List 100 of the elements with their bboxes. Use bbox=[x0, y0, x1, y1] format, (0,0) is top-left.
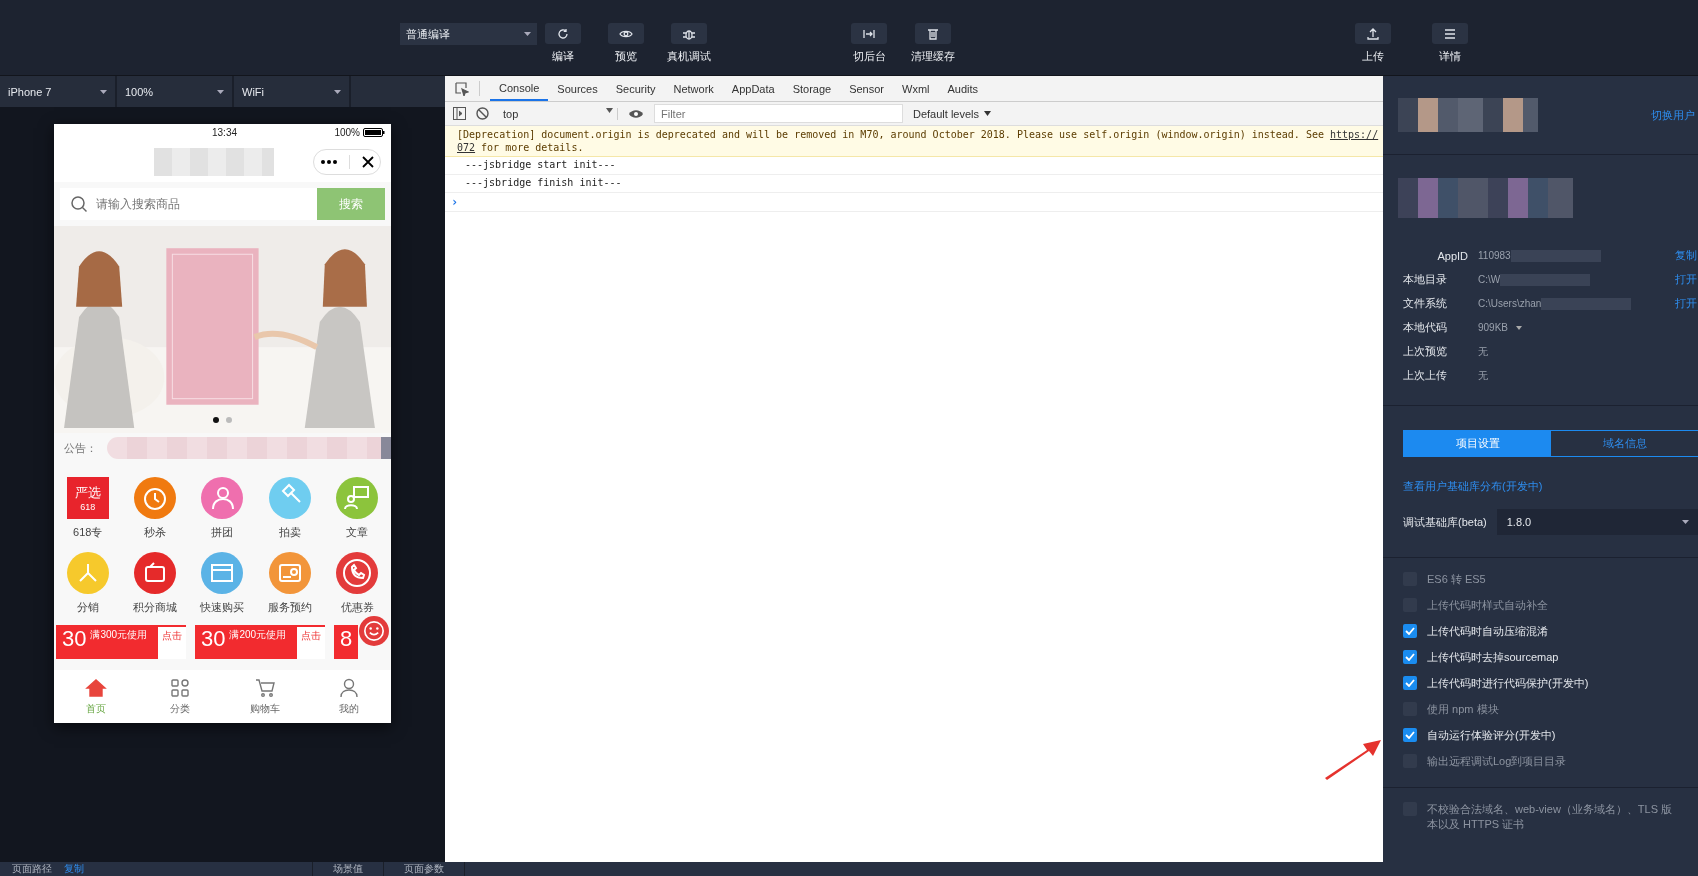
caret-icon bbox=[217, 89, 224, 94]
info-label: 文件系统 bbox=[1403, 296, 1448, 311]
option-label: 上传代码时自动压缩混淆 bbox=[1427, 624, 1548, 639]
info-label: 本地代码 bbox=[1403, 320, 1448, 335]
option-label: 使用 npm 模块 bbox=[1427, 702, 1499, 717]
option-label: 上传代码时样式自动补全 bbox=[1427, 598, 1548, 613]
console-warning: [Deprecation] document.origin is deprecated and will be removed in M70, around October 2018. Please use self.origin (window.origin) instead. See https:// 072 for more details. bbox=[457, 128, 1379, 154]
info-label: 上次上传 bbox=[1403, 368, 1448, 383]
switch-user-link[interactable]: 切换用户 bbox=[1651, 107, 1695, 123]
settings-tab[interactable]: 项目设置 bbox=[1404, 431, 1551, 456]
category-item[interactable]: 优惠券 bbox=[323, 552, 391, 615]
compile-mode-select[interactable]: 普通编译 bbox=[400, 23, 537, 45]
devtools-tab[interactable]: Sensor bbox=[840, 76, 893, 101]
category-item[interactable]: 文章 bbox=[323, 477, 391, 540]
eye-icon[interactable] bbox=[628, 107, 644, 120]
carousel-dot[interactable] bbox=[226, 417, 232, 423]
battery-level: 100% bbox=[334, 127, 360, 138]
toolbar-button[interactable] bbox=[1432, 23, 1468, 44]
console-link[interactable]: 072 bbox=[457, 142, 476, 153]
device-select[interactable]: WiFi bbox=[234, 76, 349, 107]
library-version-select[interactable]: 1.8.0 bbox=[1496, 509, 1698, 535]
info-action-link[interactable]: 复制 bbox=[1675, 248, 1697, 263]
info-label: 本地目录 bbox=[1403, 272, 1448, 287]
checkbox[interactable] bbox=[1403, 650, 1417, 664]
toolbar-label: 详情 bbox=[1439, 49, 1461, 64]
category-label: 分销 bbox=[76, 600, 99, 615]
info-action-link[interactable]: 打开 bbox=[1675, 272, 1697, 287]
filter-field[interactable]: Filter bbox=[654, 104, 903, 123]
category-label: 积分商城 bbox=[133, 600, 178, 615]
option-label: 上传代码时进行代码保护(开发中) bbox=[1427, 676, 1589, 691]
category-item[interactable]: 服务预约 bbox=[256, 552, 324, 615]
caret-icon bbox=[984, 111, 992, 116]
copy-link[interactable]: 复制 bbox=[64, 862, 84, 876]
tab-bar-item[interactable]: 购物车 bbox=[222, 670, 307, 723]
refresh-icon bbox=[556, 26, 570, 41]
log-levels-select[interactable]: Default levels bbox=[913, 107, 992, 120]
category-item[interactable]: 积分商城 bbox=[121, 552, 189, 615]
search-field[interactable]: 请输入搜索商品 bbox=[60, 188, 317, 220]
category-label: 拍卖 bbox=[278, 525, 301, 540]
sidebar-toggle-icon[interactable] bbox=[453, 107, 466, 120]
category-label: 服务预约 bbox=[267, 600, 312, 615]
toolbar-button[interactable] bbox=[545, 23, 581, 44]
category-label: 秒杀 bbox=[144, 525, 167, 540]
category-item[interactable]: 快速购买 bbox=[188, 552, 257, 615]
coupon[interactable]: 8 bbox=[334, 625, 358, 659]
coupon-amount: 30 bbox=[201, 627, 226, 651]
category-label: 618专 bbox=[73, 525, 103, 540]
annotation-arrow bbox=[1323, 738, 1383, 780]
toolbar-button[interactable] bbox=[915, 23, 951, 44]
smiley-service-icon[interactable] bbox=[359, 616, 389, 646]
category-item[interactable]: 分销 bbox=[54, 552, 122, 615]
checkbox[interactable] bbox=[1403, 624, 1417, 638]
category-item[interactable]: 秒杀 bbox=[121, 477, 189, 540]
category-item[interactable]: 拼团 bbox=[188, 477, 257, 540]
devtools-tab[interactable]: Network bbox=[664, 76, 723, 101]
devtools-tab[interactable]: Wxml bbox=[893, 76, 939, 101]
devtools-tab[interactable]: Security bbox=[606, 76, 665, 101]
caret-icon bbox=[100, 89, 107, 94]
devtools-tab[interactable]: Audits bbox=[938, 76, 988, 101]
settings-tab[interactable]: 域名信息 bbox=[1551, 431, 1698, 456]
toolbar-button[interactable] bbox=[608, 23, 644, 44]
caret-icon bbox=[334, 89, 341, 94]
info-value: 无 bbox=[1478, 344, 1488, 359]
option-label: 输出远程调试Log到项目目录 bbox=[1427, 754, 1567, 769]
clear-console-icon[interactable] bbox=[476, 107, 489, 120]
checkbox[interactable] bbox=[1403, 676, 1417, 690]
toolbar-button[interactable] bbox=[1355, 23, 1391, 44]
close-icon bbox=[360, 154, 375, 169]
info-action-link[interactable]: 打开 bbox=[1675, 296, 1697, 311]
category-label: 优惠券 bbox=[340, 600, 374, 615]
context-select[interactable]: top bbox=[499, 107, 618, 120]
devtools-tab[interactable]: Storage bbox=[783, 76, 841, 101]
devtools-tab[interactable]: Sources bbox=[548, 76, 607, 101]
caret-icon[interactable] bbox=[1516, 325, 1523, 330]
category-item[interactable]: 严选 618 618专 bbox=[54, 477, 122, 540]
caret-icon bbox=[524, 32, 531, 36]
device-select[interactable]: 100% bbox=[117, 76, 232, 107]
library-distribution-link[interactable]: 查看用户基础库分布(开发中) bbox=[1403, 479, 1698, 494]
toolbar-button[interactable] bbox=[851, 23, 887, 44]
capsule-menu[interactable] bbox=[313, 148, 381, 175]
carousel-dot[interactable] bbox=[213, 417, 219, 423]
menu-icon bbox=[1443, 26, 1457, 41]
coupon-condition: 满300元使用 bbox=[90, 628, 148, 642]
tab-bar-item[interactable]: 分类 bbox=[138, 670, 223, 723]
page-path-label: 页面路径 bbox=[12, 862, 52, 876]
category-label: 快速购买 bbox=[200, 600, 245, 615]
caret-icon bbox=[1682, 520, 1689, 524]
notice-label: 公告： bbox=[64, 440, 97, 456]
scene-value-label: 场景值 bbox=[313, 862, 384, 876]
tab-bar-item[interactable]: 我的 bbox=[306, 670, 391, 723]
device-select[interactable]: iPhone 7 bbox=[0, 76, 115, 107]
category-item[interactable]: 拍卖 bbox=[256, 477, 324, 540]
inspect-icon[interactable] bbox=[455, 81, 469, 96]
toolbar-button[interactable] bbox=[671, 23, 707, 44]
console-link[interactable]: https:// bbox=[1330, 129, 1379, 140]
toolbar-label: 预览 bbox=[615, 49, 637, 64]
checkbox[interactable] bbox=[1403, 728, 1417, 742]
console-prompt[interactable]: › bbox=[451, 195, 459, 209]
devtools-tab[interactable]: AppData bbox=[722, 76, 784, 101]
page-params-label: 页面参数 bbox=[384, 862, 465, 876]
